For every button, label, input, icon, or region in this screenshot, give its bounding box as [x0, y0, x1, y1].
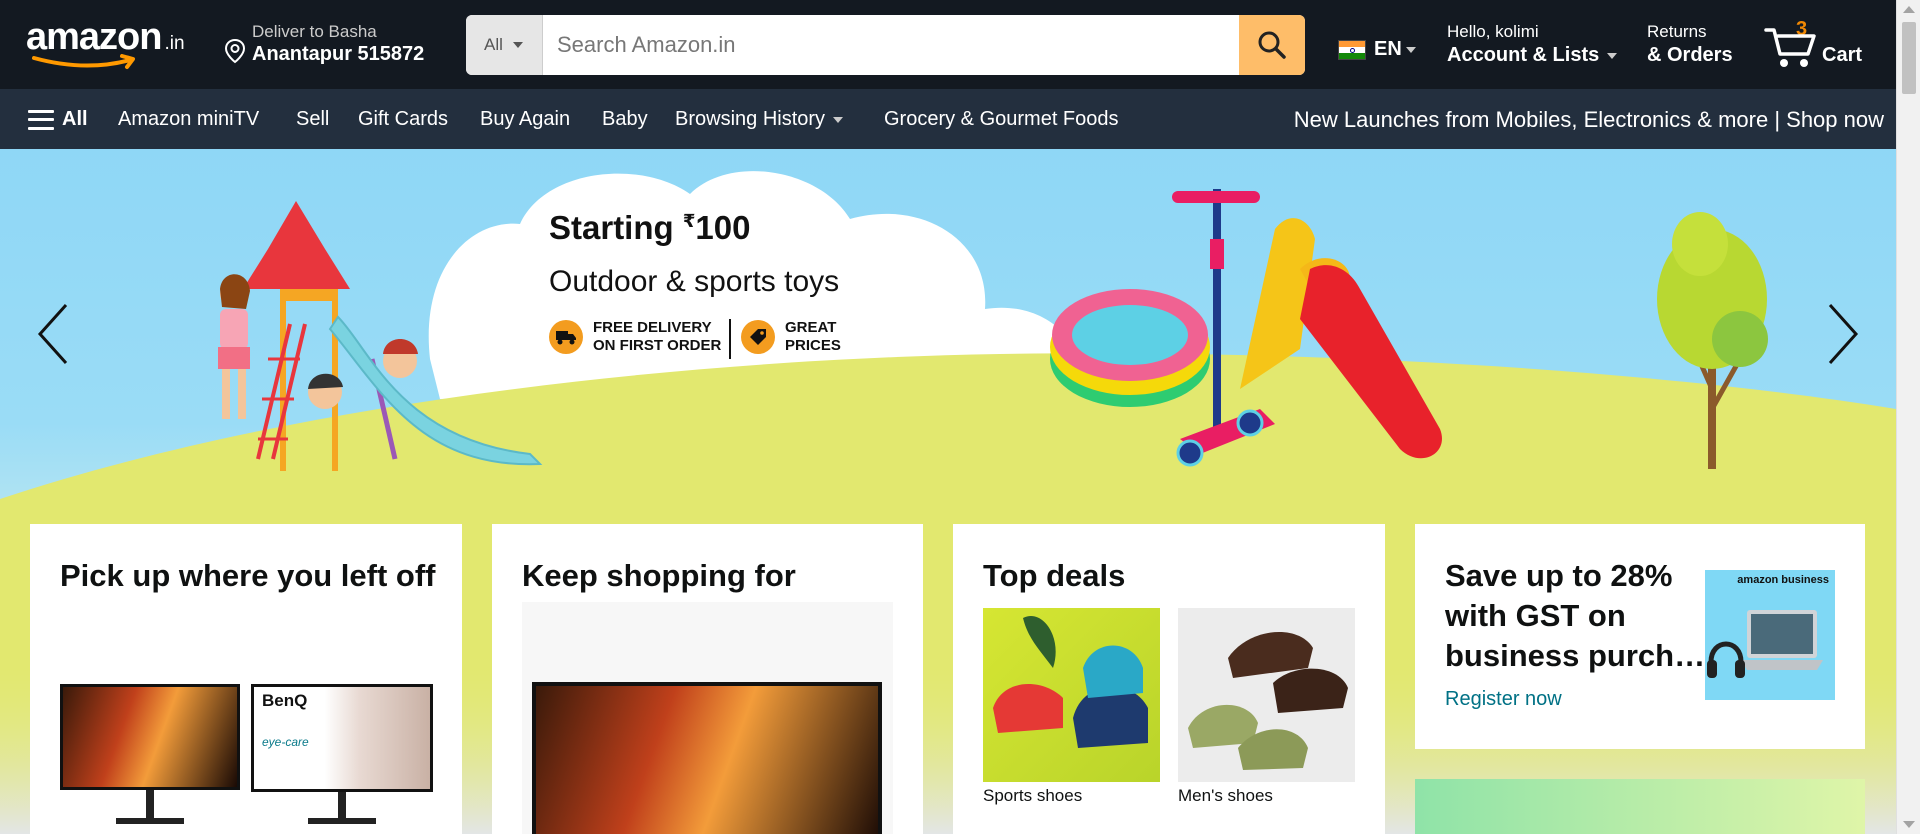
all-menu-label: All	[62, 108, 88, 130]
hero-title: Starting ₹100	[549, 209, 750, 247]
chevron-right-icon	[1828, 303, 1859, 365]
hero-title-prefix: Starting	[549, 209, 683, 246]
deliver-address: Anantapur 515872	[252, 43, 425, 65]
great-prices-badge: GREAT PRICES	[741, 319, 841, 355]
nav-item-minitv[interactable]: Amazon miniTV	[118, 108, 259, 131]
promo-banner-link[interactable]: New Launches from Mobiles, Electronics &…	[1294, 107, 1884, 133]
badge2-line2: PRICES	[785, 337, 841, 354]
register-now-link[interactable]: Register now	[1445, 688, 1562, 711]
account-lists-label: Account & Lists	[1447, 44, 1600, 66]
hero-subtitle: Outdoor & sports toys	[549, 265, 840, 298]
account-greeting: Hello, kolimi	[1447, 22, 1539, 41]
card-title: Keep shopping for	[522, 558, 796, 593]
language-code: EN	[1374, 38, 1402, 60]
carousel-next-button[interactable]	[1822, 299, 1862, 369]
orders-label: & Orders	[1647, 44, 1733, 66]
page: amazon .in Deliver to Basha Anantapur 515…	[0, 0, 1920, 834]
all-menu-button[interactable]: All	[28, 108, 88, 131]
amazon-business-image[interactable]: amazon business	[1705, 570, 1835, 700]
chevron-down-icon	[833, 116, 844, 123]
price-tag-icon	[741, 320, 775, 354]
search-input[interactable]	[543, 15, 1229, 75]
vertical-scrollbar[interactable]	[1896, 0, 1920, 834]
nav-item-baby[interactable]: Baby	[602, 108, 648, 131]
language-selector[interactable]: EN	[1338, 38, 1416, 61]
free-delivery-badge: FREE DELIVERY ON FIRST ORDER	[549, 319, 721, 355]
mens-shoes-label[interactable]: Men's shoes	[1178, 786, 1273, 806]
scroll-up-icon[interactable]	[1903, 6, 1915, 13]
mens-shoes-image[interactable]	[1178, 608, 1355, 782]
nav-item-buy-again[interactable]: Buy Again	[480, 108, 570, 131]
returns-label: Returns	[1647, 22, 1707, 41]
monitor-product-image-3	[532, 682, 882, 834]
monitor-product-image-1[interactable]	[60, 684, 240, 824]
browsing-history-label: Browsing History	[675, 108, 826, 130]
scrollbar-thumb[interactable]	[1902, 22, 1916, 94]
hamburger-menu-icon	[28, 109, 54, 130]
nav-item-grocery[interactable]: Grocery & Gourmet Foods	[884, 108, 1119, 131]
search-bar: All	[466, 15, 1305, 75]
card-top-deals: Top deals Sports shoes Men's shoes	[953, 524, 1385, 834]
card-title: Pick up where you left off	[60, 558, 436, 593]
secondary-navigation: All Amazon miniTV Sell Gift Cards Buy Ag…	[0, 89, 1896, 149]
monitor-product-image-2[interactable]: BenQ eye-care	[251, 684, 433, 824]
chevron-down-icon	[1607, 52, 1618, 59]
badge2-line1: GREAT	[785, 319, 837, 336]
chevron-down-icon	[512, 42, 523, 48]
promo-card-partial[interactable]	[1415, 779, 1865, 834]
india-flag-icon	[1338, 39, 1366, 60]
search-button[interactable]	[1239, 15, 1305, 75]
keep-shopping-product-tile[interactable]	[522, 602, 893, 834]
card-pick-up-where-left-off: Pick up where you left off BenQ eye-care	[30, 524, 462, 834]
logo-smile-icon	[32, 54, 135, 69]
location-pin-icon	[224, 38, 246, 64]
card-keep-shopping-for: Keep shopping for	[492, 524, 923, 834]
logo-suffix: .in	[164, 33, 185, 54]
badge1-line1: FREE DELIVERY	[593, 319, 712, 336]
badge1-line2: ON FIRST ORDER	[593, 337, 722, 354]
search-category-label: All	[484, 35, 503, 54]
badge-divider	[729, 319, 731, 359]
main-content: amazon .in Deliver to Basha Anantapur 515…	[0, 0, 1896, 834]
deliver-label: Deliver to Basha	[252, 22, 377, 41]
search-icon	[1258, 31, 1286, 59]
monitor-brand-label: BenQ	[262, 691, 308, 710]
sports-shoes-label[interactable]: Sports shoes	[983, 786, 1082, 806]
card-gst-business: Save up to 28% with GST on business purc…	[1415, 524, 1865, 749]
search-category-select[interactable]: All	[466, 15, 543, 75]
hero-title-amount: 100	[695, 209, 751, 246]
card-title: Top deals	[983, 558, 1126, 593]
nav-item-sell[interactable]: Sell	[296, 108, 329, 131]
account-menu[interactable]: Hello, kolimi Account & Lists	[1447, 22, 1618, 67]
nav-item-browsing-history[interactable]: Browsing History	[675, 108, 844, 131]
top-navigation: amazon .in Deliver to Basha Anantapur 515…	[0, 0, 1896, 89]
amazon-logo[interactable]: amazon .in	[26, 16, 196, 72]
logo-wordmark: amazon	[26, 16, 162, 58]
chevron-left-icon	[37, 303, 68, 365]
cart-icon	[1764, 28, 1816, 67]
nav-item-gift-cards[interactable]: Gift Cards	[358, 108, 448, 131]
chevron-down-icon	[1405, 46, 1416, 53]
eye-care-label: eye-care	[262, 735, 309, 749]
delivery-truck-icon	[549, 320, 583, 354]
rupee-symbol: ₹	[682, 211, 696, 231]
returns-orders[interactable]: Returns & Orders	[1647, 22, 1733, 67]
cart-button[interactable]: 3 Cart	[1764, 18, 1874, 74]
card-title: Save up to 28% with GST on business purc…	[1445, 558, 1706, 673]
carousel-prev-button[interactable]	[34, 299, 74, 369]
cart-label: Cart	[1822, 44, 1863, 66]
scroll-down-icon[interactable]	[1903, 821, 1915, 828]
sports-shoes-image[interactable]	[983, 608, 1160, 782]
